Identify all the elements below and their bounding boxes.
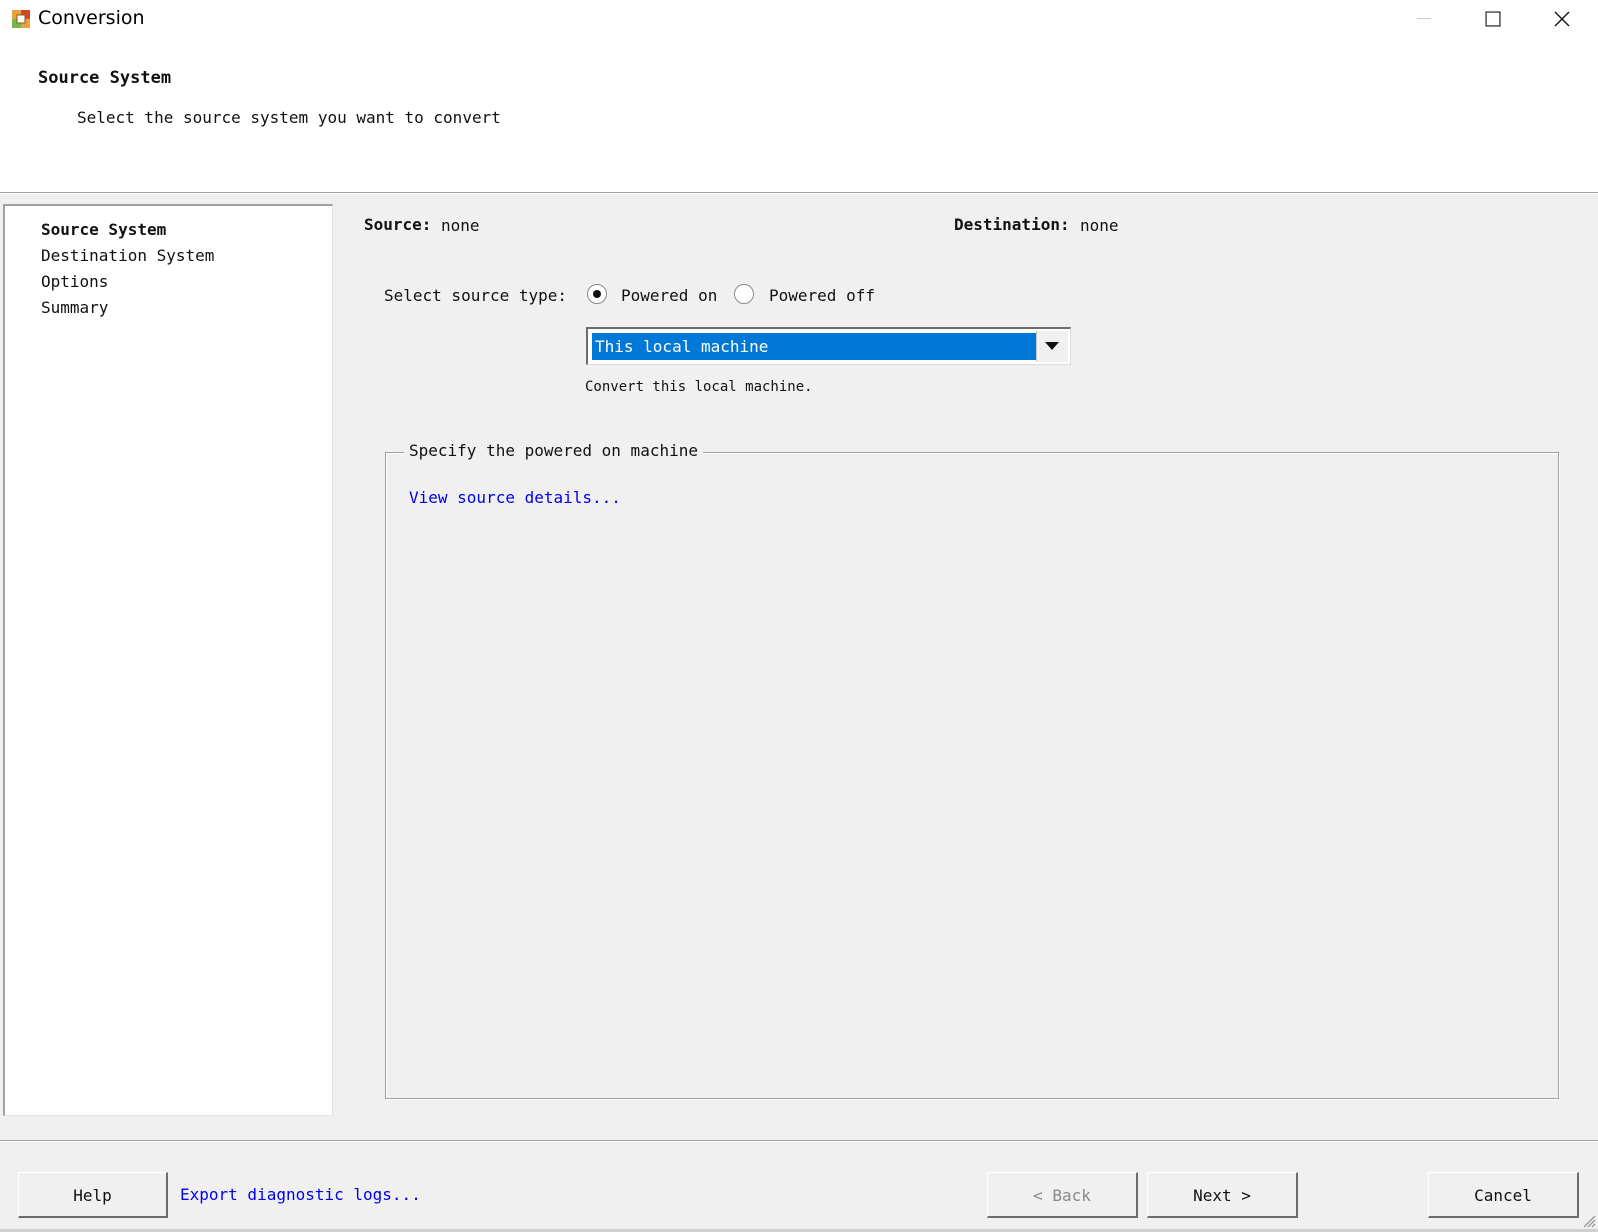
- title-bar: Conversion: [0, 0, 1598, 38]
- source-label: Source:: [364, 215, 432, 234]
- source-machine-hint: Convert this local machine.: [585, 379, 813, 395]
- powered-on-radio[interactable]: [587, 284, 607, 304]
- source-machine-select[interactable]: This local machine: [586, 327, 1071, 365]
- converter-app-icon: [12, 10, 30, 28]
- resize-grip-icon[interactable]: [1580, 1212, 1596, 1228]
- wizard-header: Source System Select the source system y…: [0, 38, 1598, 192]
- export-diagnostic-logs-link[interactable]: Export diagnostic logs...: [180, 1185, 421, 1204]
- group-legend: Specify the powered on machine: [404, 441, 703, 460]
- cancel-button[interactable]: Cancel: [1428, 1172, 1579, 1218]
- help-button[interactable]: Help: [18, 1172, 168, 1218]
- powered-off-radio[interactable]: [734, 284, 754, 304]
- source-type-label: Select source type:: [384, 286, 568, 305]
- powered-on-machine-group: [385, 452, 1559, 1099]
- step-options[interactable]: Options: [41, 272, 108, 291]
- window-title: Conversion: [38, 7, 145, 29]
- close-icon: [1554, 11, 1570, 27]
- maximize-button[interactable]: [1459, 0, 1527, 38]
- minimize-button[interactable]: [1390, 0, 1458, 38]
- step-destination-system[interactable]: Destination System: [41, 246, 214, 265]
- source-value: none: [441, 216, 480, 235]
- close-button[interactable]: [1528, 0, 1596, 38]
- step-source-system[interactable]: Source System: [41, 220, 166, 239]
- view-source-details-link[interactable]: View source details...: [409, 488, 621, 507]
- footer-divider-highlight: [0, 1141, 1598, 1142]
- wizard-step-list: Source System Destination System Options…: [3, 204, 333, 1116]
- powered-on-label[interactable]: Powered on: [621, 286, 717, 305]
- dropdown-button[interactable]: [1036, 331, 1068, 362]
- maximize-icon: [1485, 11, 1501, 27]
- powered-off-label[interactable]: Powered off: [769, 286, 875, 305]
- source-machine-selected-value: This local machine: [592, 333, 1036, 360]
- back-button[interactable]: < Back: [987, 1172, 1138, 1218]
- step-summary[interactable]: Summary: [41, 298, 108, 317]
- page-subtitle: Select the source system you want to con…: [77, 108, 501, 127]
- destination-label: Destination:: [954, 215, 1070, 234]
- destination-value: none: [1080, 216, 1119, 235]
- next-button[interactable]: Next >: [1147, 1172, 1298, 1218]
- page-title: Source System: [38, 68, 172, 88]
- minimize-icon: [1417, 18, 1431, 19]
- chevron-down-icon: [1045, 342, 1059, 350]
